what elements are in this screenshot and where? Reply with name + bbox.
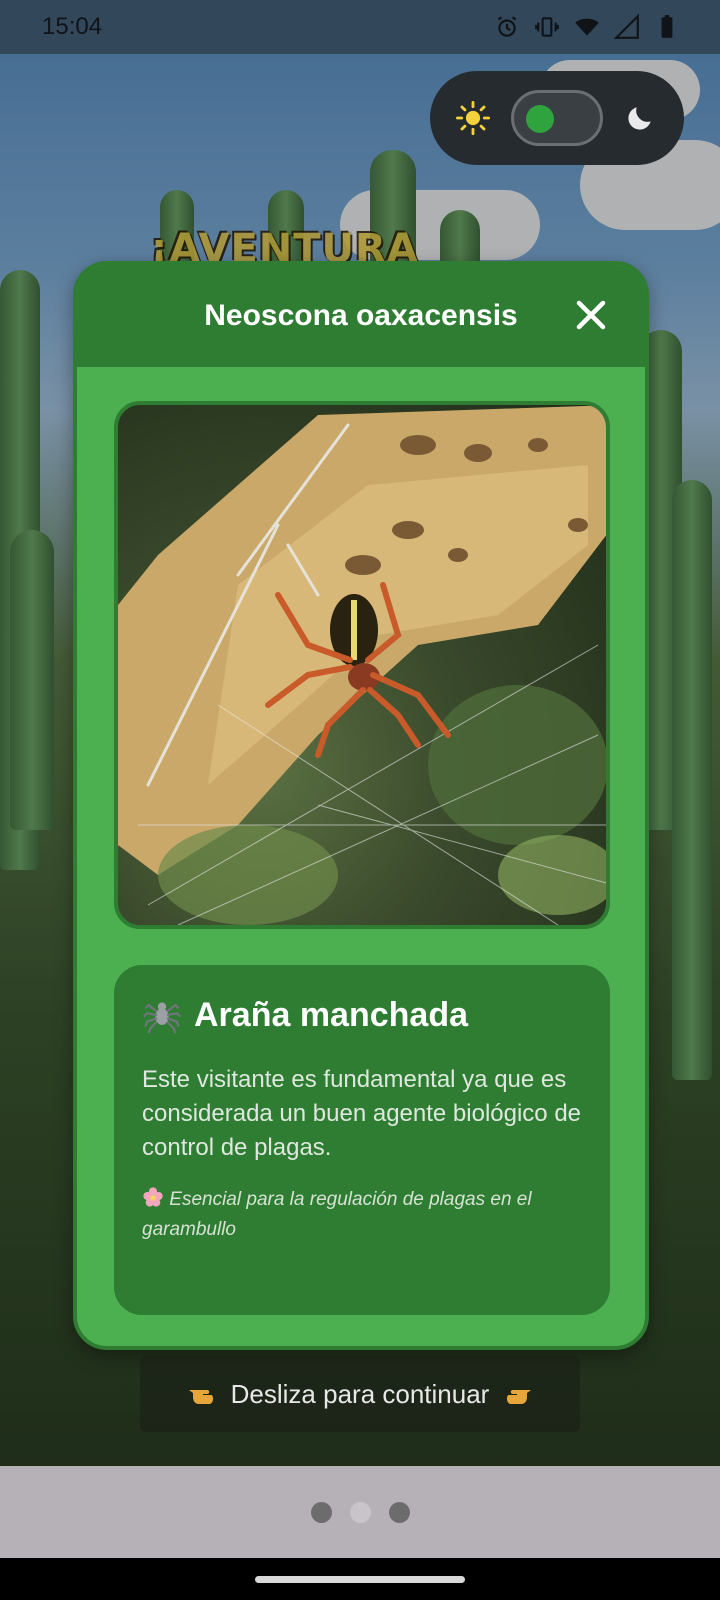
wifi-icon — [575, 18, 599, 36]
modal-title: Neoscona oaxacensis — [204, 299, 518, 332]
card-description: Este visitante es fundamental ya que es … — [142, 1066, 582, 1161]
signal-icon — [614, 14, 639, 39]
status-icons — [494, 14, 680, 40]
status-time: 15:04 — [42, 13, 103, 40]
home-gesture-pill[interactable] — [255, 1575, 465, 1583]
theme-toggle[interactable] — [430, 71, 684, 165]
moon-icon[interactable] — [624, 102, 656, 134]
page-dot-2[interactable] — [349, 1501, 371, 1523]
battery-icon — [661, 15, 673, 38]
pointing-hand-right-icon — [507, 1390, 532, 1404]
alarm-icon — [497, 16, 517, 37]
close-icon[interactable] — [573, 297, 609, 333]
species-modal: Neoscona oaxacensis Araña manchada Este … — [73, 261, 649, 1350]
card-title-row: Araña manchada — [142, 995, 582, 1035]
system-nav-bar — [0, 1558, 720, 1600]
card-note-text: Esencial para la regulación de plagas en… — [142, 1189, 532, 1240]
spider-photo-illustration — [118, 405, 606, 925]
spider-photo — [114, 401, 610, 929]
status-bar: 15:04 — [0, 0, 720, 54]
swipe-hint: Desliza para continuar — [140, 1356, 580, 1432]
swipe-hint-text: Desliza para continuar — [230, 1378, 490, 1409]
vibrate-icon — [535, 17, 559, 37]
page-indicator — [0, 1466, 720, 1558]
pointing-hand-left-icon — [188, 1390, 213, 1404]
modal-header: Neoscona oaxacensis — [77, 265, 645, 367]
page-dot-3[interactable] — [388, 1501, 410, 1523]
theme-switch[interactable] — [511, 90, 603, 146]
theme-switch-knob[interactable] — [526, 105, 554, 133]
card-note: Esencial para la regulación de plagas en… — [142, 1185, 582, 1245]
flower-icon — [143, 1187, 163, 1207]
info-card: Araña manchada Este visitante es fundame… — [114, 965, 610, 1315]
sun-icon[interactable] — [456, 101, 490, 135]
page-dot-1[interactable] — [310, 1501, 332, 1523]
spider-icon — [142, 1002, 182, 1034]
card-title: Araña manchada — [194, 995, 468, 1034]
